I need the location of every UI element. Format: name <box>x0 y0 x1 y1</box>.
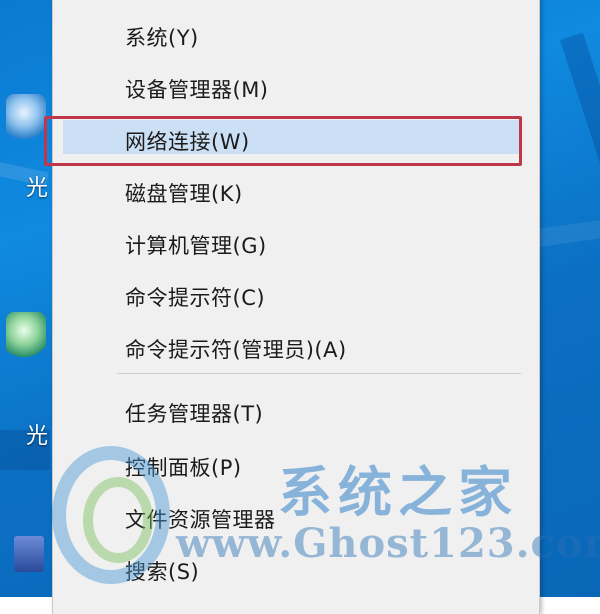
wallpaper-light-ray <box>530 213 600 248</box>
menu-item-computer-management[interactable]: 计算机管理(G) <box>125 230 267 260</box>
menu-item-device-manager[interactable]: 设备管理器(M) <box>125 74 269 104</box>
menu-item-command-prompt[interactable]: 命令提示符(C) <box>125 282 265 312</box>
desktop-app-icon[interactable] <box>6 94 46 140</box>
desktop-icon-label[interactable]: 光 <box>26 418 48 450</box>
menu-item-control-panel[interactable]: 控制面板(P) <box>125 452 242 482</box>
menu-item-disk-management[interactable]: 磁盘管理(K) <box>125 178 243 208</box>
wallpaper-light-ray <box>560 32 600 597</box>
desktop-app-icon[interactable] <box>14 536 44 572</box>
desktop-icon-label[interactable]: 光 <box>26 170 48 202</box>
menu-item-file-explorer[interactable]: 文件资源管理器 <box>125 504 276 534</box>
menu-separator <box>117 373 521 374</box>
menu-item-task-manager[interactable]: 任务管理器(T) <box>125 398 263 428</box>
menu-item-search[interactable]: 搜索(S) <box>125 556 199 586</box>
winx-context-menu: 系统(Y) 设备管理器(M) 网络连接(W) 磁盘管理(K) 计算机管理(G) … <box>52 0 540 614</box>
desktop-app-icon[interactable] <box>6 312 46 358</box>
menu-item-command-prompt-admin[interactable]: 命令提示符(管理员)(A) <box>125 334 347 364</box>
annotation-highlight-box <box>44 116 522 166</box>
menu-item-system[interactable]: 系统(Y) <box>125 22 199 52</box>
